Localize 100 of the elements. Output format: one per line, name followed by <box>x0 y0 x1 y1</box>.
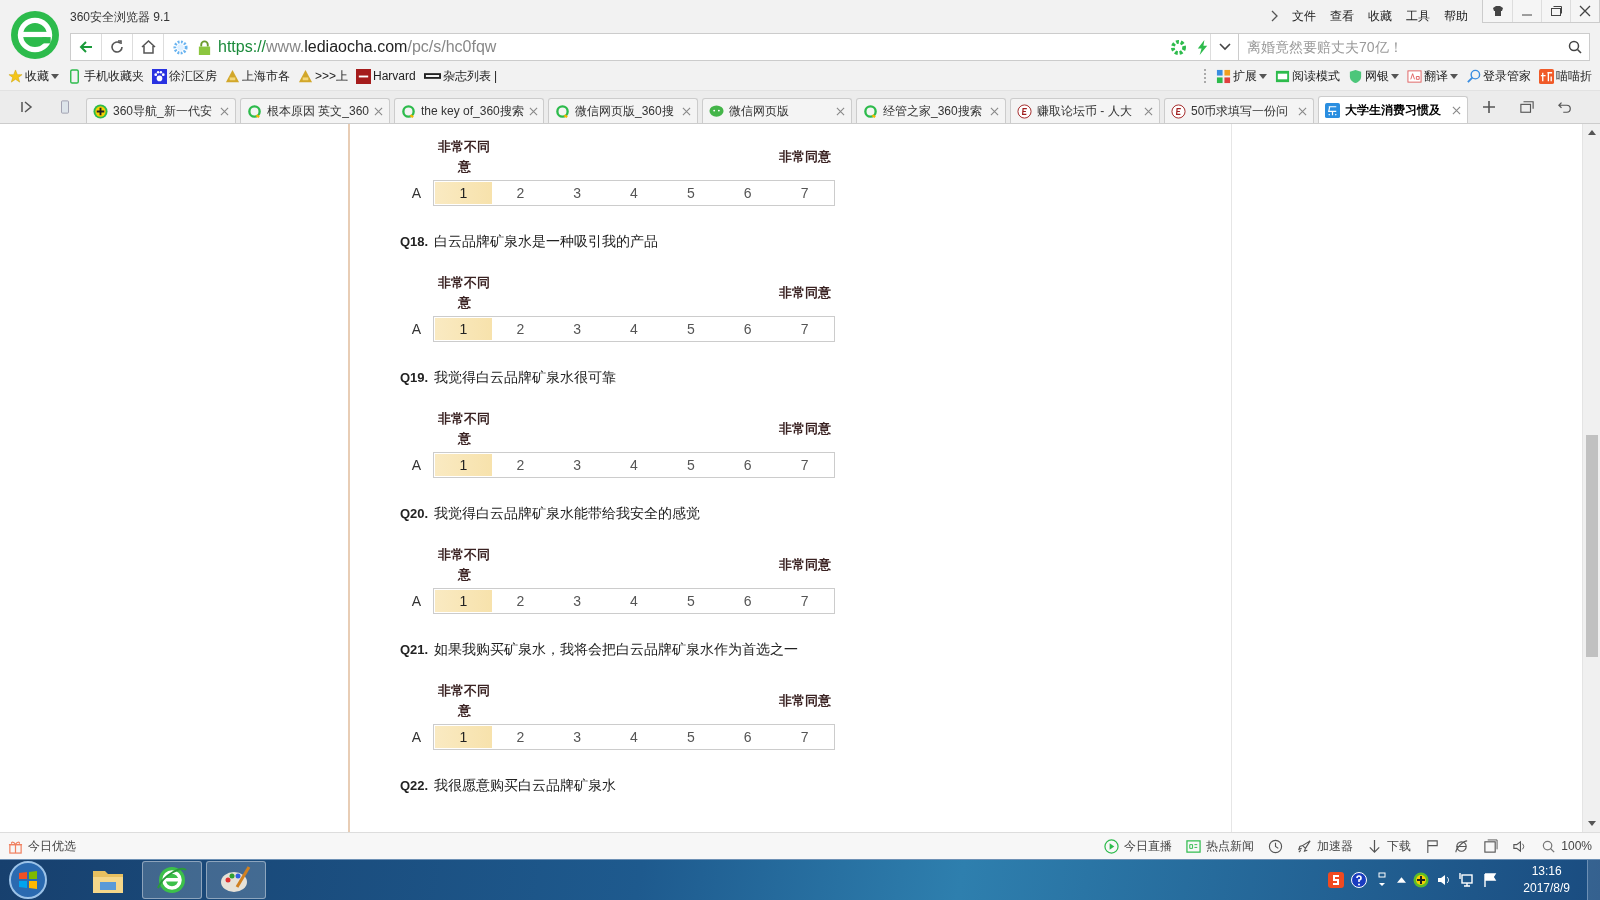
new-tab-icon[interactable] <box>1482 100 1496 114</box>
status-item[interactable]: 今日直播 <box>1104 837 1173 855</box>
magnifier-icon[interactable] <box>1466 68 1481 84</box>
chevron-icon[interactable] <box>1270 10 1278 22</box>
browser-tab[interactable]: 50币求填写一份问 <box>1164 98 1314 123</box>
plus-icon[interactable] <box>93 103 108 119</box>
browser-tab[interactable]: 赚取论坛币 - 人大 <box>1010 98 1160 123</box>
rating-option[interactable]: 7 <box>776 318 833 340</box>
clock-icon[interactable] <box>1268 838 1284 854</box>
help-icon[interactable] <box>1351 872 1368 888</box>
zoom-level[interactable]: 100% <box>1541 838 1592 854</box>
browser-tab[interactable]: 大学生消费习惯及 <box>1318 96 1468 123</box>
shirt-icon[interactable] <box>1491 5 1504 17</box>
show-hidden-icon[interactable] <box>1397 877 1407 883</box>
paw-icon[interactable] <box>152 68 167 84</box>
toolbar-item[interactable]: 喵喵折 <box>1539 67 1592 85</box>
sidebar-toggle-icon[interactable] <box>20 100 34 114</box>
bookmark-item[interactable]: 上海市各 <box>225 67 290 85</box>
start-button[interactable] <box>8 860 48 900</box>
rating-option[interactable]: 2 <box>491 726 549 748</box>
flag-icon[interactable] <box>1482 872 1499 888</box>
rating-option[interactable]: 4 <box>605 726 663 748</box>
bar-logo-icon[interactable] <box>423 70 441 82</box>
back-arrow-icon[interactable] <box>78 39 94 55</box>
rating-option[interactable]: 1 <box>435 590 492 612</box>
translate-icon[interactable] <box>1407 68 1422 84</box>
toolbar-item[interactable]: 阅读模式 <box>1275 67 1340 85</box>
grid-icon[interactable] <box>1216 68 1231 84</box>
rating-option[interactable]: 1 <box>435 726 492 748</box>
rating-option[interactable]: 7 <box>776 454 833 476</box>
refresh-icon[interactable] <box>110 40 124 54</box>
square-logo-icon[interactable] <box>356 68 372 84</box>
rating-option[interactable]: 5 <box>662 454 720 476</box>
window-icon[interactable] <box>1483 838 1499 854</box>
caret-icon[interactable] <box>51 73 59 79</box>
rating-option[interactable]: 2 <box>491 318 549 340</box>
rating-option[interactable]: 3 <box>548 318 606 340</box>
rating-option[interactable]: 5 <box>662 182 720 204</box>
rating-option[interactable]: 7 <box>776 590 833 612</box>
undo-icon[interactable] <box>1558 100 1572 114</box>
ie-icon[interactable] <box>1454 838 1470 854</box>
flag-icon[interactable] <box>1425 838 1441 854</box>
close-icon[interactable] <box>1579 5 1591 17</box>
rating-option[interactable]: 4 <box>605 318 663 340</box>
url-text[interactable]: https://www.lediaocha.com/pc/s/hc0fqw <box>218 38 497 56</box>
chevron-down-icon[interactable] <box>1218 43 1231 51</box>
rating-option[interactable]: 6 <box>719 454 777 476</box>
menu-item[interactable]: 收藏 <box>1368 7 1392 25</box>
search-field[interactable]: 离婚竟然要赔丈夫70亿！ <box>1238 33 1590 61</box>
rating-option[interactable]: 4 <box>605 454 663 476</box>
rating-option[interactable]: 7 <box>776 182 833 204</box>
discount-icon[interactable] <box>1539 68 1554 84</box>
rating-option[interactable]: 6 <box>719 726 777 748</box>
rating-option[interactable]: 1 <box>435 318 492 340</box>
paint-button[interactable] <box>206 861 266 899</box>
rating-option[interactable]: 4 <box>605 182 663 204</box>
status-item[interactable]: 下载 <box>1367 837 1412 855</box>
status-item[interactable]: 热点新闻 <box>1186 837 1255 855</box>
toolbar-item[interactable]: 翻译 <box>1407 67 1458 85</box>
toolbar-item[interactable]: 登录管家 <box>1466 67 1531 85</box>
bookmark-item[interactable]: 徐汇区房 <box>152 67 217 85</box>
caret-icon[interactable] <box>1259 73 1267 79</box>
rating-option[interactable]: 1 <box>435 182 492 204</box>
windows-icon[interactable] <box>1520 100 1534 114</box>
rating-option[interactable]: 3 <box>548 726 606 748</box>
rating-option[interactable]: 6 <box>719 318 777 340</box>
maximize-icon[interactable] <box>1550 5 1562 17</box>
scrollbar-thumb[interactable] <box>1585 435 1598 657</box>
toolbar-item[interactable]: 网银 <box>1348 67 1399 85</box>
search-icon[interactable] <box>1568 40 1582 54</box>
rating-option[interactable]: 5 <box>662 318 720 340</box>
forum-logo-icon[interactable] <box>1017 103 1032 119</box>
star-icon[interactable] <box>8 68 23 84</box>
home-icon[interactable] <box>140 40 156 54</box>
site-logo-icon[interactable] <box>1325 102 1340 118</box>
bookmark-item[interactable]: 手机收藏夹 <box>67 67 144 85</box>
rating-option[interactable]: 7 <box>776 726 833 748</box>
rating-option[interactable]: 5 <box>662 590 720 612</box>
scroll-down-icon[interactable] <box>1587 821 1596 826</box>
network-icon[interactable] <box>1459 872 1476 888</box>
bookmark-item[interactable]: 杂志列表 | <box>423 67 498 85</box>
menu-item[interactable]: 帮助 <box>1444 7 1468 25</box>
rating-option[interactable]: 2 <box>491 454 549 476</box>
bookmark-item[interactable]: Harvard <box>356 68 416 84</box>
rating-option[interactable]: 1 <box>435 454 492 476</box>
clock-time[interactable]: 13:16 <box>1531 863 1562 880</box>
rating-option[interactable]: 6 <box>719 590 777 612</box>
rocket-icon[interactable] <box>1297 838 1313 854</box>
caret-icon[interactable] <box>1450 73 1458 79</box>
rating-option[interactable]: 5 <box>662 726 720 748</box>
forum-logo-icon[interactable] <box>1171 103 1186 119</box>
scrollbar[interactable] <box>1582 124 1600 832</box>
rating-option[interactable]: 6 <box>719 182 777 204</box>
daily-picks-item[interactable]: 今日优选 <box>8 837 76 855</box>
zoom-icon[interactable] <box>1541 838 1557 854</box>
scroll-up-icon[interactable] <box>1587 130 1596 135</box>
status-item[interactable]: 加速器 <box>1297 837 1354 855</box>
rating-option[interactable]: 3 <box>548 182 606 204</box>
bookmark-item[interactable]: 收藏 <box>8 67 59 85</box>
input-method-icon[interactable] <box>1328 872 1345 888</box>
